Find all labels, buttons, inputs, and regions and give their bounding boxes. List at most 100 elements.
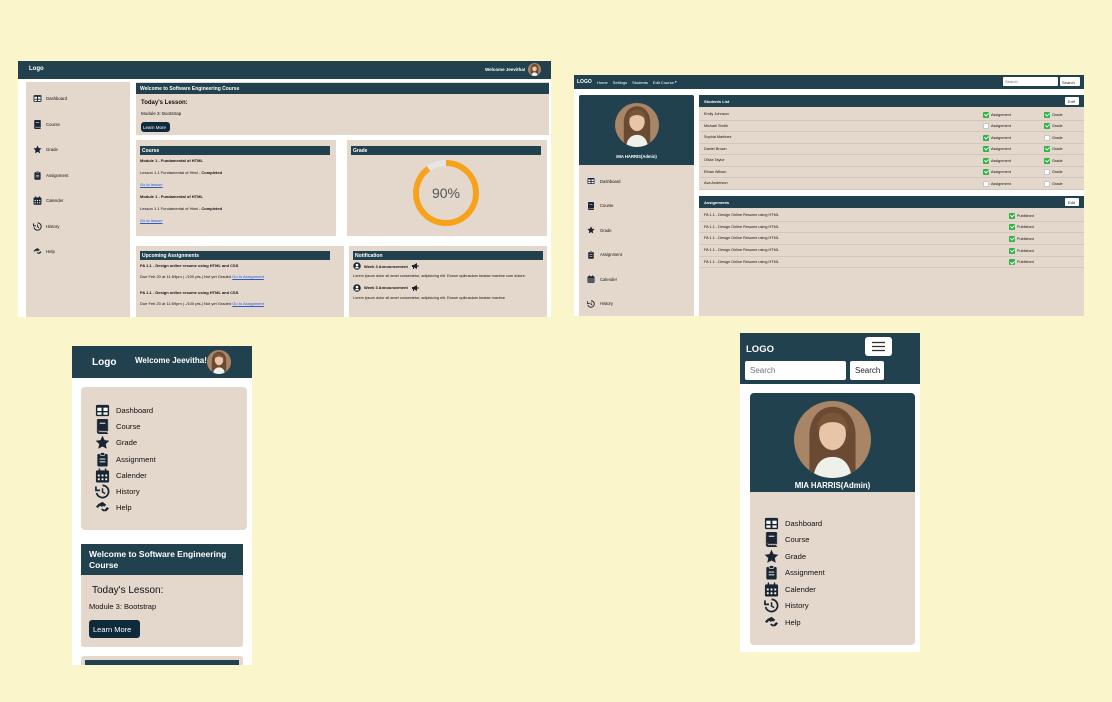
sidebar-item-label: Calender — [600, 276, 617, 282]
published-checkbox[interactable]: Published — [1009, 259, 1034, 266]
mobile-learn-more-button[interactable]: Learn More — [89, 620, 140, 638]
mobile-next-card-header — [85, 660, 239, 665]
history-icon — [587, 300, 595, 308]
go-to-assignment-link[interactable]: Go to Assignment — [232, 301, 264, 306]
go-to-lesson-link[interactable]: Go to lesson — [140, 182, 332, 187]
admin-nav-settings[interactable]: Settings — [613, 80, 627, 85]
sidebar-item-history[interactable]: History — [764, 598, 825, 615]
sidebar-item-dashboard[interactable]: Dashboard — [579, 169, 694, 194]
sidebar-item-grade[interactable]: Grade — [579, 218, 694, 243]
go-to-lesson-link[interactable]: Go to lesson — [140, 218, 332, 223]
admin-nav-edit-course[interactable]: Edit Course — [653, 80, 674, 85]
student-row: Olivia Taylor Assignment Grade — [699, 155, 1084, 167]
sidebar-item-calender[interactable]: Calender — [26, 188, 130, 214]
assignment-checkbox[interactable]: Assignment — [983, 157, 1011, 164]
grade-percent: 90% — [432, 185, 460, 201]
admin-search-button[interactable]: Search — [1060, 77, 1080, 86]
published-label: Published — [1017, 225, 1034, 230]
grade-checkbox[interactable]: Grade — [1044, 134, 1063, 141]
published-checkbox[interactable]: Published — [1009, 247, 1034, 254]
published-checkbox[interactable]: Published — [1009, 212, 1034, 219]
admin-nav-students[interactable]: Students — [632, 80, 648, 85]
published-checkbox[interactable]: Published — [1009, 235, 1034, 242]
mobile-avatar[interactable] — [207, 350, 231, 374]
mobile-admin-logo[interactable]: LOGO — [746, 344, 774, 355]
student-row: Ava Anderson Assignment Grade — [699, 178, 1084, 190]
sidebar-item-course[interactable]: Course — [579, 194, 694, 219]
hamburger-menu-button[interactable] — [865, 337, 892, 356]
sidebar-item-help[interactable]: Help — [764, 614, 825, 631]
mobile-logo[interactable]: Logo — [92, 357, 116, 368]
mobile-welcome-text: Welcome Jeevitha! — [135, 356, 207, 365]
sidebar-item-history[interactable]: History — [95, 483, 156, 499]
assignment-checkbox[interactable]: Assignment — [983, 146, 1011, 152]
grade-checkbox[interactable]: Grade — [1044, 180, 1063, 187]
history-icon — [33, 222, 42, 231]
mobile-admin-search-button[interactable]: Search — [850, 361, 884, 380]
admin-search-input[interactable] — [1003, 77, 1058, 86]
grade-card: Grade 90% — [347, 140, 547, 236]
student-name: Sophia Martinez — [704, 135, 732, 139]
sidebar-item-grade[interactable]: Grade — [95, 435, 156, 451]
assignments-edit-button[interactable]: Edit — [1065, 198, 1079, 206]
admin-assignments-header: Assignments Edit — [699, 196, 1084, 208]
grade-checkbox[interactable]: Grade — [1044, 169, 1063, 175]
sidebar-item-assignment[interactable]: Assignment — [579, 243, 694, 268]
go-to-assignment-link[interactable]: Go to Assignment — [232, 274, 264, 279]
course-card: Course Module 1 - Fundamental of HTML Les… — [136, 140, 336, 236]
assignment-due-text: Due Feb 20 at 11:59pm | -/100 pts-| Not … — [140, 301, 233, 306]
sidebar-item-assignment[interactable]: Assignment — [95, 451, 156, 467]
sidebar-item-assignment[interactable]: Assignment — [764, 565, 825, 582]
sidebar-item-grade[interactable]: Grade — [26, 137, 130, 163]
published-checkbox[interactable]: Published — [1009, 224, 1034, 231]
mobile-welcome-card: Welcome to Software Engineering Course T… — [81, 544, 243, 647]
assignment-checkbox[interactable]: Assignment — [983, 180, 1011, 187]
student-name: Michael Smith — [704, 123, 728, 128]
assignment-label: Assignment — [991, 170, 1011, 174]
admin-assignment-row: PA 1.1 - Design Online Resume using HTML… — [699, 233, 1084, 246]
sidebar-item-history[interactable]: History — [579, 292, 694, 317]
sidebar-item-dashboard[interactable]: Dashboard — [95, 402, 156, 418]
grade-checkbox[interactable]: Grade — [1044, 146, 1063, 152]
admin-logo[interactable]: LOGO — [577, 79, 592, 85]
checkbox-icon — [983, 169, 989, 175]
assignment-label: Assignment — [991, 135, 1011, 140]
grade-checkbox[interactable]: Grade — [1044, 123, 1063, 129]
admin-profile-photo — [615, 103, 659, 147]
mobile-admin-search-input[interactable] — [745, 361, 846, 380]
assignment-checkbox[interactable]: Assignment — [983, 123, 1011, 129]
assignment-item: PA 1.1 - Design online resume using HTML… — [140, 290, 340, 306]
admin-nav-home[interactable]: Home — [597, 80, 608, 85]
learn-more-button[interactable]: Learn More — [141, 122, 170, 132]
sidebar-item-dashboard[interactable]: Dashboard — [764, 515, 825, 532]
grade-label: Grade — [1052, 135, 1063, 140]
sidebar-item-dashboard[interactable]: Dashboard — [26, 86, 130, 112]
assignment-checkbox[interactable]: Assignment — [983, 169, 1011, 175]
students-edit-button[interactable]: Edit — [1065, 97, 1079, 105]
welcome-card-title: Welcome to Software Engineering Course — [136, 83, 549, 94]
checkbox-icon — [983, 180, 989, 187]
sidebar-item-help[interactable]: Help — [95, 500, 156, 516]
grade-checkbox[interactable]: Grade — [1044, 111, 1063, 118]
course-item: Module 1 - Fundamental of HTML Lesson 1.1… — [140, 194, 332, 223]
sidebar-item-assignment[interactable]: Assignment — [26, 163, 130, 189]
assignment-checkbox[interactable]: Assignment — [983, 134, 1011, 141]
grade-checkbox[interactable]: Grade — [1044, 157, 1063, 164]
admin-assignment-row: PA 1.1 - Design Online Resume using HTML… — [699, 210, 1084, 222]
calendar-icon — [95, 468, 110, 483]
avatar[interactable] — [528, 63, 541, 76]
course-lesson-status: Completed — [201, 206, 223, 211]
sidebar-item-calender[interactable]: Calender — [579, 267, 694, 292]
sidebar-item-course[interactable]: Course — [26, 112, 130, 138]
sidebar-item-calender[interactable]: Calender — [95, 467, 156, 483]
notification-heading: Week 3 Announcement — [353, 284, 543, 292]
sidebar-item-course[interactable]: Course — [764, 532, 825, 549]
sidebar-item-calender[interactable]: Calender — [764, 581, 825, 598]
logo[interactable]: Logo — [29, 66, 44, 72]
sidebar-item-help[interactable]: Help — [26, 239, 130, 265]
sidebar-item-course[interactable]: Course — [95, 418, 156, 434]
sidebar-item-history[interactable]: History — [26, 214, 130, 240]
assignment-checkbox[interactable]: Assignment — [983, 111, 1011, 118]
sidebar-item-grade[interactable]: Grade — [764, 548, 825, 565]
calendar-icon — [764, 582, 779, 597]
